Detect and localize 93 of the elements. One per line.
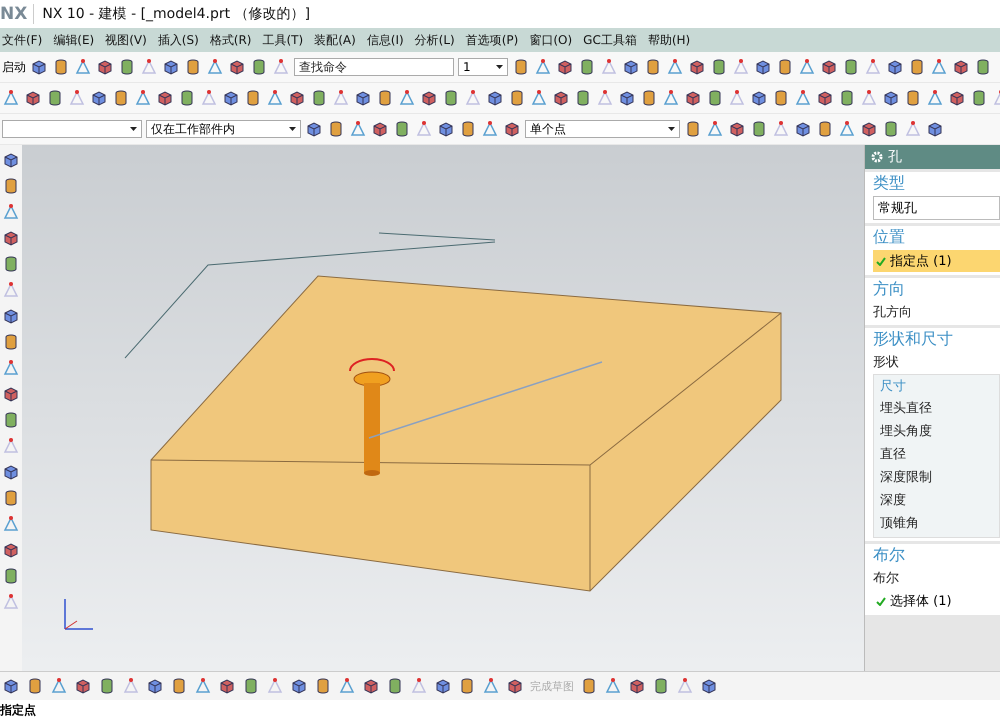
- cube-icon[interactable]: [362, 677, 380, 695]
- app-logo: NX: [0, 4, 34, 24]
- option-label: 孔方向: [873, 304, 913, 322]
- cube-icon[interactable]: [354, 89, 372, 107]
- cube-icon[interactable]: [2, 677, 20, 695]
- layer-dropdown[interactable]: 1: [458, 58, 508, 76]
- cube-icon[interactable]: [700, 677, 718, 695]
- option-label: 深度: [880, 492, 907, 510]
- option-label: 埋头直径: [880, 400, 933, 418]
- menu-item[interactable]: GC工具箱: [583, 32, 637, 48]
- cube-icon[interactable]: [74, 677, 92, 695]
- menu-item[interactable]: 分析(L): [414, 32, 455, 48]
- cube-icon[interactable]: [754, 58, 772, 76]
- option-label: 直径: [880, 446, 907, 464]
- option-label: 深度限制: [880, 469, 933, 487]
- selection-row[interactable]: 选择体 (1): [873, 590, 1000, 612]
- cube-icon[interactable]: [886, 58, 904, 76]
- cube-icon[interactable]: [688, 58, 706, 76]
- cube-icon[interactable]: [882, 89, 900, 107]
- cube-icon[interactable]: [96, 58, 114, 76]
- menu-item[interactable]: 首选项(P): [466, 32, 518, 48]
- selection-row[interactable]: 指定点 (1): [873, 250, 1000, 272]
- cube-icon[interactable]: [222, 89, 240, 107]
- cube-icon[interactable]: [684, 89, 702, 107]
- section-title[interactable]: 位置: [873, 227, 1000, 248]
- cube-icon[interactable]: [816, 89, 834, 107]
- cube-icon[interactable]: [926, 120, 944, 138]
- option-label: 顶锥角: [880, 515, 920, 533]
- cube-icon[interactable]: [622, 58, 640, 76]
- section-title[interactable]: 形状和尺寸: [873, 329, 1000, 350]
- cube-icon[interactable]: [146, 677, 164, 695]
- cube-icon[interactable]: [503, 120, 521, 138]
- cube-icon[interactable]: [860, 120, 878, 138]
- cube-icon[interactable]: [820, 58, 838, 76]
- cube-icon[interactable]: [948, 89, 966, 107]
- cube-icon[interactable]: [2, 463, 20, 481]
- section-title[interactable]: 类型: [873, 173, 1000, 194]
- cube-icon[interactable]: [420, 89, 438, 107]
- cube-icon[interactable]: [156, 89, 174, 107]
- cube-icon[interactable]: [506, 677, 524, 695]
- section-title[interactable]: 布尔: [873, 545, 1000, 566]
- menu-item[interactable]: 信息(I): [366, 32, 404, 48]
- settings-icon: [871, 151, 883, 163]
- cube-icon[interactable]: [218, 677, 236, 695]
- search-field[interactable]: 查找命令: [294, 58, 454, 76]
- menu-item[interactable]: 格式(R): [210, 32, 252, 48]
- cube-icon[interactable]: [628, 677, 646, 695]
- cube-icon[interactable]: [288, 89, 306, 107]
- caret-icon[interactable]: [496, 65, 503, 69]
- type-dropdown[interactable]: 常规孔: [873, 196, 1000, 220]
- section-title[interactable]: 方向: [873, 279, 1000, 300]
- cube-icon[interactable]: [486, 89, 504, 107]
- cube-icon[interactable]: [305, 120, 323, 138]
- cube-icon[interactable]: [794, 120, 812, 138]
- cube-icon[interactable]: [556, 58, 574, 76]
- option-label: 形状: [873, 354, 900, 372]
- cube-icon[interactable]: [24, 89, 42, 107]
- cube-icon[interactable]: [552, 89, 570, 107]
- snap-dropdown[interactable]: 单个点: [525, 120, 680, 138]
- cube-icon[interactable]: [30, 58, 48, 76]
- cube-icon[interactable]: [90, 89, 108, 107]
- start-button[interactable]: 启动: [2, 58, 26, 76]
- scope-dropdown[interactable]: 仅在工作部件内: [146, 120, 301, 138]
- cube-icon[interactable]: [952, 58, 970, 76]
- dialog-title: 孔: [888, 148, 902, 166]
- menu-item[interactable]: 工具(T): [262, 32, 304, 48]
- menu-item[interactable]: 窗口(O): [529, 32, 572, 48]
- option-label: 布尔: [873, 570, 900, 588]
- option-label: 埋头角度: [880, 423, 933, 441]
- window-title: NX 10 - 建模 - [_model4.prt （修改的）]: [42, 5, 310, 23]
- cube-icon[interactable]: [2, 229, 20, 247]
- cube-icon[interactable]: [2, 541, 20, 559]
- menu-item[interactable]: 编辑(E): [53, 32, 94, 48]
- cube-icon[interactable]: [2, 151, 20, 169]
- cube-icon[interactable]: [290, 677, 308, 695]
- menu-item[interactable]: 帮助(H): [648, 32, 690, 48]
- cube-icon[interactable]: [162, 58, 180, 76]
- cube-icon[interactable]: [228, 58, 246, 76]
- cube-icon[interactable]: [371, 120, 389, 138]
- cube-icon[interactable]: [2, 307, 20, 325]
- cube-icon[interactable]: [437, 120, 455, 138]
- cube-icon[interactable]: [750, 89, 768, 107]
- caret-icon[interactable]: [668, 127, 675, 131]
- cube-icon[interactable]: [618, 89, 636, 107]
- caret-icon[interactable]: [289, 127, 296, 131]
- menu-item[interactable]: 视图(V): [105, 32, 147, 48]
- cube-icon[interactable]: [728, 120, 746, 138]
- cube-icon[interactable]: [434, 677, 452, 695]
- menu-item[interactable]: 装配(A): [314, 32, 356, 48]
- menu-item[interactable]: 文件(F): [2, 32, 42, 48]
- caret-icon[interactable]: [130, 127, 137, 131]
- menu-item[interactable]: 插入(S): [158, 32, 199, 48]
- cube-icon[interactable]: [2, 385, 20, 403]
